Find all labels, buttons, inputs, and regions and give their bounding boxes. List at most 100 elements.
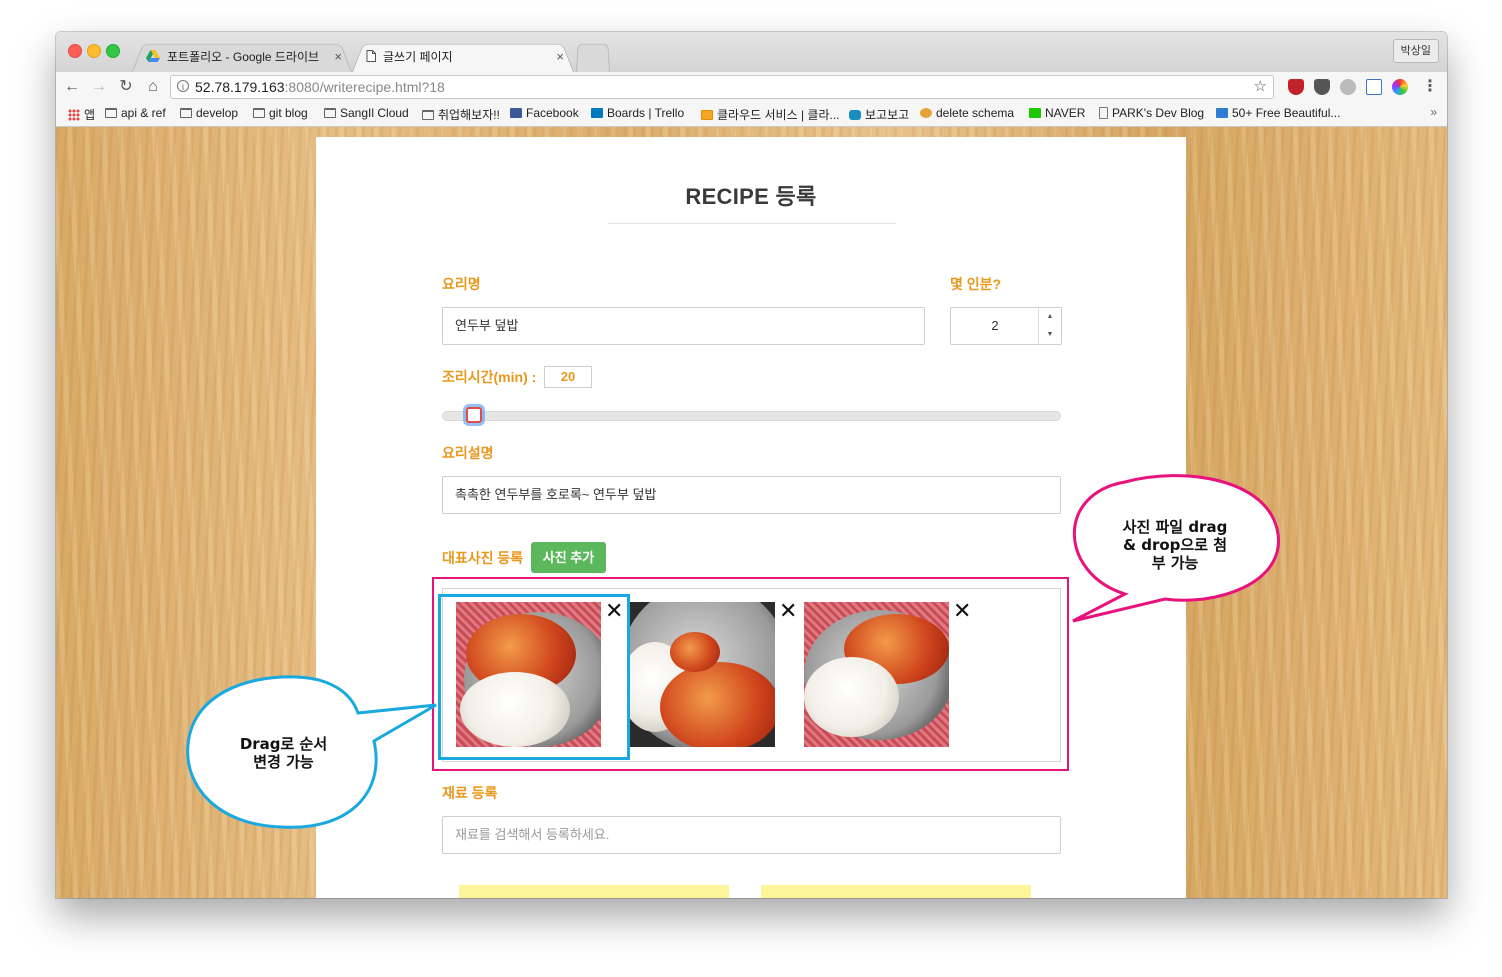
free-icon xyxy=(1216,108,1228,118)
screen-capture-icon[interactable] xyxy=(1366,79,1382,95)
google-drive-icon xyxy=(146,50,160,62)
page-icon xyxy=(366,50,376,62)
slider-handle[interactable] xyxy=(466,407,483,423)
title-divider xyxy=(608,223,896,224)
bookmark-label: develop xyxy=(196,106,239,120)
bookmark-label: 보고보고 xyxy=(865,108,910,122)
bookmark-label: SangIl Cloud xyxy=(340,106,409,120)
cook-time-slider[interactable] xyxy=(442,411,1061,421)
bookmarks-more-icon[interactable]: » xyxy=(1430,105,1437,119)
close-window-button[interactable] xyxy=(68,44,82,58)
apps-icon xyxy=(68,108,80,121)
bookmark-apps[interactable]: 앱 xyxy=(68,106,95,123)
close-icon[interactable]: × xyxy=(556,49,564,64)
maximize-window-button[interactable] xyxy=(106,44,120,58)
dish-name-input[interactable]: 연두부 덮밥 xyxy=(442,307,925,345)
folder-icon xyxy=(180,108,192,118)
address-bar[interactable]: i 52.78.179.163:8080/writerecipe.html?18… xyxy=(170,75,1274,99)
photo-label: 대표사진 등록 xyxy=(442,550,524,566)
close-icon[interactable]: × xyxy=(334,49,342,64)
tab-google-drive[interactable]: 포트폴리오 - Google 드라이브 × xyxy=(132,40,352,72)
page-icon xyxy=(1099,107,1108,119)
tab-strip: 포트폴리오 - Google 드라이브 × 글쓰기 페이지 × 박상일 xyxy=(56,32,1447,72)
cloud-icon xyxy=(701,109,713,120)
cook-time-label: 조리시간(min) : xyxy=(442,369,537,385)
callout-line: 변경 가능 xyxy=(253,753,314,771)
home-icon[interactable]: ⌂ xyxy=(142,76,164,98)
bookmark-label: 클라우드 서비스 | 클라... xyxy=(717,108,840,122)
color-picker-icon[interactable] xyxy=(1392,79,1408,95)
bookmark-label: api & ref xyxy=(121,106,166,120)
url-host: 52.78.179.163 xyxy=(195,79,285,95)
description-input[interactable]: 촉촉한 연두부를 호로록~ 연두부 덮밥 xyxy=(442,476,1061,514)
decrement-icon[interactable]: ▼ xyxy=(1039,326,1061,344)
bookmark-label: delete schema xyxy=(936,106,1015,120)
profile-button[interactable]: 박상일 xyxy=(1392,39,1439,63)
bookmark-api-ref[interactable]: api & ref xyxy=(105,106,166,120)
callout-line: 사진 파일 drag xyxy=(1122,518,1228,536)
schema-icon xyxy=(920,108,932,118)
minimize-window-button[interactable] xyxy=(87,44,101,58)
reload-icon[interactable]: ↻ xyxy=(115,76,137,98)
bookmark-free-beautiful[interactable]: 50+ Free Beautiful... xyxy=(1216,106,1340,120)
servings-value: 2 xyxy=(991,318,999,333)
bookmark-cloud-service[interactable]: 클라우드 서비스 | 클라... xyxy=(701,106,839,123)
bookmark-facebook[interactable]: Facebook xyxy=(510,106,579,120)
pocket-icon[interactable] xyxy=(1314,79,1330,95)
ingredient-search-input[interactable]: 재료를 검색해서 등록하세요. xyxy=(442,816,1061,854)
servings-stepper[interactable]: 2 ▲ ▼ xyxy=(950,307,1062,345)
drop-callout: 사진 파일 drag & drop으로 첨 부 가능 xyxy=(1065,474,1280,623)
callout-line: 부 가능 xyxy=(1151,554,1199,572)
bookmark-label: git blog xyxy=(269,106,308,120)
bookmark-star-icon[interactable]: ☆ xyxy=(1254,76,1267,98)
bookmark-label: 앱 xyxy=(84,108,96,122)
bookmark-label: Boards | Trello xyxy=(607,106,685,120)
facebook-icon xyxy=(510,108,522,118)
bookmark-label: NAVER xyxy=(1045,106,1086,120)
bookmark-delete-schema[interactable]: delete schema xyxy=(920,106,1014,120)
bookmark-bogo[interactable]: 보고보고 xyxy=(849,106,909,123)
menu-icon[interactable]: ⋮ xyxy=(1419,76,1441,98)
recipe-form-card: RECIPE 등록 요리명 몇 인분? 연두부 덮밥 2 ▲ ▼ 조리시간(mi… xyxy=(316,137,1186,898)
bookmark-label: Facebook xyxy=(526,106,579,120)
ublock-icon[interactable] xyxy=(1288,79,1304,95)
bookmark-trello[interactable]: Boards | Trello xyxy=(591,106,684,120)
forward-icon[interactable]: → xyxy=(88,76,110,98)
naver-icon xyxy=(1029,108,1041,118)
info-icon[interactable]: i xyxy=(177,80,189,92)
servings-label: 몇 인분? xyxy=(950,276,1002,292)
browser-toolbar: ← → ↻ ⌂ i 52.78.179.163:8080/writerecipe… xyxy=(56,72,1447,102)
cook-time-value[interactable]: 20 xyxy=(544,366,592,388)
globe-icon[interactable] xyxy=(1340,79,1356,95)
yellow-button-right[interactable] xyxy=(761,885,1031,898)
description-label: 요리설명 xyxy=(442,445,494,461)
callout-line: & drop으로 첨 xyxy=(1122,536,1228,554)
bookmark-label: PARK's Dev Blog xyxy=(1112,106,1205,120)
bookmark-label: 취업해보자!! xyxy=(438,108,500,122)
tab-write-page[interactable]: 글쓰기 페이지 × xyxy=(352,40,574,72)
tab-title: 글쓰기 페이지 xyxy=(383,49,453,64)
bookmark-job[interactable]: 취업해보자!! xyxy=(422,106,500,123)
folder-icon xyxy=(422,109,434,120)
add-photo-button[interactable]: 사진 추가 xyxy=(531,542,606,573)
yellow-button-left[interactable] xyxy=(459,885,729,898)
trello-icon xyxy=(591,108,603,118)
bookmark-develop[interactable]: develop xyxy=(180,106,238,120)
bookmark-sangil-cloud[interactable]: SangIl Cloud xyxy=(324,106,409,120)
bookmark-label: 50+ Free Beautiful... xyxy=(1232,106,1341,120)
dish-name-label: 요리명 xyxy=(442,276,481,292)
back-icon[interactable]: ← xyxy=(61,76,83,98)
stepper-arrows: ▲ ▼ xyxy=(1038,308,1061,344)
bookmark-park-blog[interactable]: PARK's Dev Blog xyxy=(1099,106,1204,120)
page-title: RECIPE 등록 xyxy=(685,184,817,209)
bookmark-git-blog[interactable]: git blog xyxy=(253,106,308,120)
increment-icon[interactable]: ▲ xyxy=(1039,308,1061,326)
ingredient-label: 재료 등록 xyxy=(442,785,498,801)
drag-highlight xyxy=(438,594,630,760)
new-tab-button[interactable] xyxy=(576,40,610,72)
folder-icon xyxy=(324,108,336,118)
bookmarks-bar: 앱 api & ref develop git blog SangIl Clou… xyxy=(56,102,1447,127)
tab-title: 포트폴리오 - Google 드라이브 xyxy=(167,49,320,64)
bookmark-naver[interactable]: NAVER xyxy=(1029,106,1085,120)
folder-icon xyxy=(105,108,117,118)
